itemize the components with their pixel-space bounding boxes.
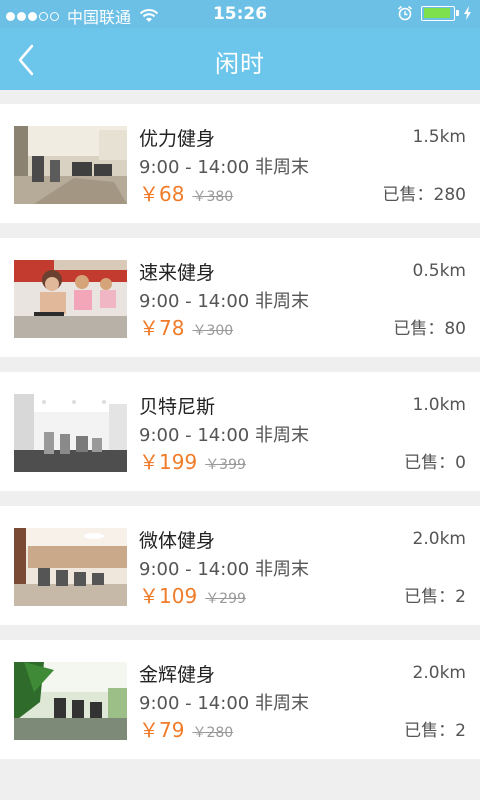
sold-count: 已售：280 bbox=[382, 185, 466, 205]
gym-name: 优力健身 bbox=[139, 128, 216, 150]
gym-photo bbox=[14, 662, 127, 740]
gym-name: 微体健身 bbox=[139, 530, 216, 552]
gym-list-item[interactable]: 微体健身 9:00 - 14:00 非周末 ￥109 ￥299 2.0km 已售… bbox=[0, 506, 480, 625]
current-price: ￥78 bbox=[139, 316, 185, 340]
original-price: ￥280 bbox=[192, 725, 234, 741]
gym-photo bbox=[14, 394, 127, 472]
gym-list-item[interactable]: 速来健身 9:00 - 14:00 非周末 ￥78 ￥300 0.5km 已售：… bbox=[0, 238, 480, 357]
sold-count: 已售：80 bbox=[393, 319, 466, 339]
current-price: ￥199 bbox=[139, 450, 198, 474]
gym-hours: 9:00 - 14:00 非周末 bbox=[139, 425, 309, 446]
current-price: ￥79 bbox=[139, 718, 185, 742]
charging-icon bbox=[464, 6, 471, 20]
gym-distance: 1.0km bbox=[412, 395, 466, 415]
sold-count: 已售：0 bbox=[404, 453, 466, 473]
page-title: 闲时 bbox=[215, 50, 265, 78]
gym-hours: 9:00 - 14:00 非周末 bbox=[139, 693, 309, 714]
price-group: ￥79 ￥280 bbox=[139, 714, 233, 743]
gym-photo bbox=[14, 528, 127, 606]
price-group: ￥199 ￥399 bbox=[139, 446, 246, 475]
status-right bbox=[397, 5, 472, 21]
status-bar: 中国联通 15:26 bbox=[0, 0, 480, 28]
gym-distance: 0.5km bbox=[412, 261, 466, 281]
gym-photo bbox=[14, 260, 127, 338]
sold-count: 已售：2 bbox=[404, 721, 466, 741]
gym-list-item[interactable]: 贝特尼斯 9:00 - 14:00 非周末 ￥199 ￥399 1.0km 已售… bbox=[0, 372, 480, 491]
original-price: ￥299 bbox=[205, 591, 246, 607]
original-price: ￥380 bbox=[192, 189, 234, 205]
gym-name: 速来健身 bbox=[139, 262, 216, 284]
current-price: ￥68 bbox=[139, 182, 185, 206]
original-price: ￥399 bbox=[205, 457, 246, 473]
price-group: ￥68 ￥380 bbox=[139, 178, 233, 207]
gym-distance: 2.0km bbox=[412, 663, 466, 683]
price-group: ￥78 ￥300 bbox=[139, 312, 233, 341]
original-price: ￥300 bbox=[192, 323, 234, 339]
gym-hours: 9:00 - 14:00 非周末 bbox=[139, 559, 309, 580]
battery-icon bbox=[421, 5, 455, 21]
price-group: ￥109 ￥299 bbox=[139, 580, 246, 609]
alarm-icon bbox=[397, 5, 413, 21]
gym-photo bbox=[14, 126, 127, 204]
gym-distance: 1.5km bbox=[412, 127, 466, 147]
gym-list-item[interactable]: 金辉健身 9:00 - 14:00 非周末 ￥79 ￥280 2.0km 已售：… bbox=[0, 640, 480, 759]
gym-hours: 9:00 - 14:00 非周末 bbox=[139, 157, 309, 178]
gym-name: 贝特尼斯 bbox=[139, 396, 216, 418]
gym-name: 金辉健身 bbox=[139, 664, 216, 686]
gym-distance: 2.0km bbox=[412, 529, 466, 549]
gym-list-item[interactable]: 优力健身 9:00 - 14:00 非周末 ￥68 ￥380 1.5km 已售：… bbox=[0, 104, 480, 223]
current-price: ￥109 bbox=[139, 584, 198, 608]
gym-hours: 9:00 - 14:00 非周末 bbox=[139, 291, 309, 312]
gym-list: 优力健身 9:00 - 14:00 非周末 ￥68 ￥380 1.5km 已售：… bbox=[0, 104, 480, 774]
nav-bar: 闲时 bbox=[0, 28, 480, 90]
sold-count: 已售：2 bbox=[404, 587, 466, 607]
